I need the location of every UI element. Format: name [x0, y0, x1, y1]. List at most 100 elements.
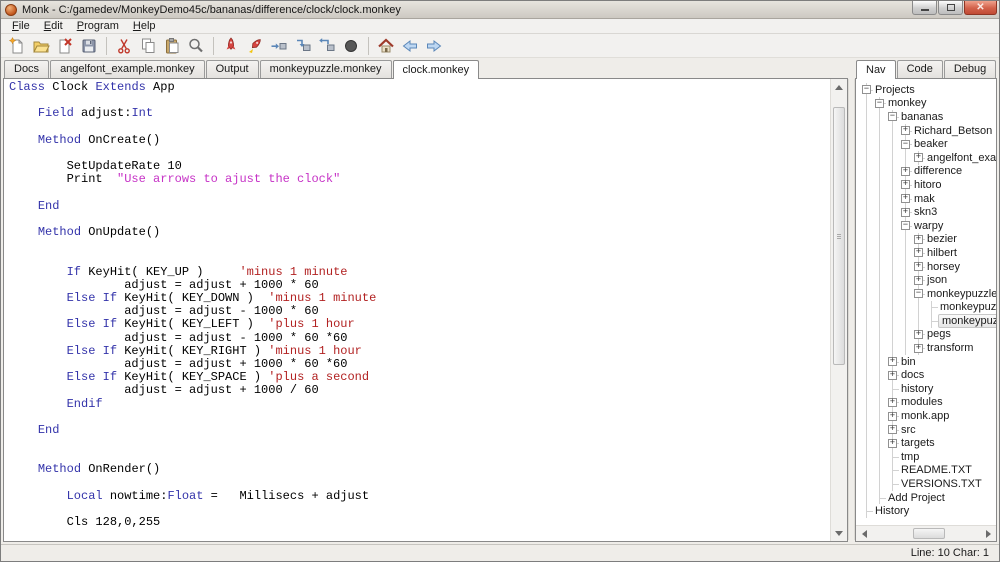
- scroll-up-button[interactable]: [831, 79, 847, 95]
- tree-item-hilbert[interactable]: +hilbert: [860, 246, 996, 260]
- expand-icon[interactable]: +: [901, 126, 910, 135]
- tree-item-readme-txt[interactable]: README.TXT: [860, 464, 996, 478]
- tree-item-add-project[interactable]: Add Project: [860, 491, 996, 505]
- tree-item-beaker[interactable]: −beaker: [860, 137, 996, 151]
- scroll-left-button[interactable]: [856, 530, 872, 538]
- find-button[interactable]: [184, 35, 208, 57]
- maximize-button[interactable]: [938, 1, 963, 15]
- scroll-track[interactable]: [872, 526, 980, 541]
- open-file-button[interactable]: [29, 35, 53, 57]
- tree-item-pegs[interactable]: +pegs: [860, 328, 996, 342]
- menu-item-file[interactable]: File: [5, 19, 37, 33]
- tree-item-transform[interactable]: +transform: [860, 341, 996, 355]
- menu-item-edit[interactable]: Edit: [37, 19, 70, 33]
- tree-item-bananas[interactable]: −bananas: [860, 110, 996, 124]
- tab-angelfont-example-monkey[interactable]: angelfont_example.monkey: [50, 60, 205, 78]
- collapse-icon[interactable]: −: [875, 99, 884, 108]
- minimize-button[interactable]: [912, 1, 937, 15]
- tree-item-difference[interactable]: +difference: [860, 165, 996, 179]
- expand-icon[interactable]: +: [888, 412, 897, 421]
- tree-item-horsey[interactable]: +horsey: [860, 260, 996, 274]
- build-run-button[interactable]: [243, 35, 267, 57]
- tab-clock-monkey[interactable]: clock.monkey: [393, 60, 480, 79]
- scroll-down-button[interactable]: [831, 525, 847, 541]
- tab-docs[interactable]: Docs: [4, 60, 49, 78]
- menu-item-help[interactable]: Help: [126, 19, 163, 33]
- expand-icon[interactable]: +: [888, 357, 897, 366]
- tree-item-monkeypuzz[interactable]: monkeypuzz: [860, 314, 996, 328]
- tree-item-versions-txt[interactable]: VERSIONS.TXT: [860, 477, 996, 491]
- panel-tab-nav[interactable]: Nav: [856, 60, 896, 79]
- scroll-right-button[interactable]: [980, 530, 996, 538]
- tree-item-targets[interactable]: +targets: [860, 436, 996, 450]
- scroll-thumb[interactable]: [913, 528, 945, 539]
- tab-output[interactable]: Output: [206, 60, 259, 78]
- editor-vertical-scrollbar[interactable]: [830, 79, 847, 541]
- tree-item-history[interactable]: history: [860, 382, 996, 396]
- tree-item-bezier[interactable]: +bezier: [860, 233, 996, 247]
- tree-item-json[interactable]: +json: [860, 273, 996, 287]
- close-button[interactable]: ✕: [964, 1, 997, 15]
- panel-tab-code[interactable]: Code: [897, 60, 943, 78]
- expand-icon[interactable]: +: [914, 276, 923, 285]
- home-button[interactable]: [374, 35, 398, 57]
- tree-item-tmp[interactable]: tmp: [860, 450, 996, 464]
- expand-icon[interactable]: +: [914, 235, 923, 244]
- copy-button[interactable]: [136, 35, 160, 57]
- tab-monkeypuzzle-monkey[interactable]: monkeypuzzle.monkey: [260, 60, 392, 78]
- back-button[interactable]: [398, 35, 422, 57]
- paste-button[interactable]: [160, 35, 184, 57]
- step-button[interactable]: [267, 35, 291, 57]
- step-out-button[interactable]: [315, 35, 339, 57]
- menu-item-program[interactable]: Program: [70, 19, 126, 33]
- expand-icon[interactable]: +: [888, 425, 897, 434]
- forward-button[interactable]: [422, 35, 446, 57]
- scroll-track[interactable]: [831, 95, 847, 525]
- collapse-icon[interactable]: −: [901, 221, 910, 230]
- tree-item-angelfont-examp[interactable]: +angelfont_examp: [860, 151, 996, 165]
- expand-icon[interactable]: +: [914, 248, 923, 257]
- tree-item-monkeypuzzle[interactable]: −monkeypuzzle: [860, 287, 996, 301]
- expand-icon[interactable]: +: [888, 439, 897, 448]
- tree-item-mak[interactable]: +mak: [860, 192, 996, 206]
- expand-icon[interactable]: +: [888, 398, 897, 407]
- tree-item-monkey[interactable]: −monkey: [860, 97, 996, 111]
- expand-icon[interactable]: +: [888, 371, 897, 380]
- panel-splitter[interactable]: [848, 79, 855, 540]
- new-file-button[interactable]: [5, 35, 29, 57]
- step-in-button[interactable]: [291, 35, 315, 57]
- save-file-button[interactable]: [77, 35, 101, 57]
- panel-tab-debug[interactable]: Debug: [944, 60, 996, 78]
- code-editor[interactable]: Class Clock Extends App Field adjust:Int…: [4, 79, 830, 541]
- tree-item-warpy[interactable]: −warpy: [860, 219, 996, 233]
- tree-item-bin[interactable]: +bin: [860, 355, 996, 369]
- tree-item-monkeypuzz[interactable]: monkeypuzz: [860, 301, 996, 315]
- expand-icon[interactable]: +: [901, 208, 910, 217]
- expand-icon[interactable]: +: [914, 262, 923, 271]
- tree-item-projects[interactable]: −Projects: [860, 83, 996, 97]
- tree-item-docs[interactable]: +docs: [860, 368, 996, 382]
- tree-item-monk-app[interactable]: +monk.app: [860, 409, 996, 423]
- expand-icon[interactable]: +: [901, 194, 910, 203]
- scroll-thumb[interactable]: [833, 107, 845, 365]
- build-button[interactable]: [219, 35, 243, 57]
- expand-icon[interactable]: +: [914, 330, 923, 339]
- tree-horizontal-scrollbar[interactable]: [856, 525, 996, 541]
- tree-item-src[interactable]: +src: [860, 423, 996, 437]
- close-file-button[interactable]: [53, 35, 77, 57]
- stop-button[interactable]: [339, 35, 363, 57]
- expand-icon[interactable]: +: [901, 180, 910, 189]
- tree-item-hitoro[interactable]: +hitoro: [860, 178, 996, 192]
- expand-icon[interactable]: +: [901, 167, 910, 176]
- tree-item-modules[interactable]: +modules: [860, 396, 996, 410]
- collapse-icon[interactable]: −: [888, 112, 897, 121]
- cut-button[interactable]: [112, 35, 136, 57]
- tree-item-richard-betson[interactable]: +Richard_Betson: [860, 124, 996, 138]
- collapse-icon[interactable]: −: [862, 85, 871, 94]
- tree-item-skn3[interactable]: +skn3: [860, 205, 996, 219]
- tree-item-history[interactable]: History: [860, 504, 996, 518]
- expand-icon[interactable]: +: [914, 153, 923, 162]
- expand-icon[interactable]: +: [914, 344, 923, 353]
- collapse-icon[interactable]: −: [914, 289, 923, 298]
- collapse-icon[interactable]: −: [901, 140, 910, 149]
